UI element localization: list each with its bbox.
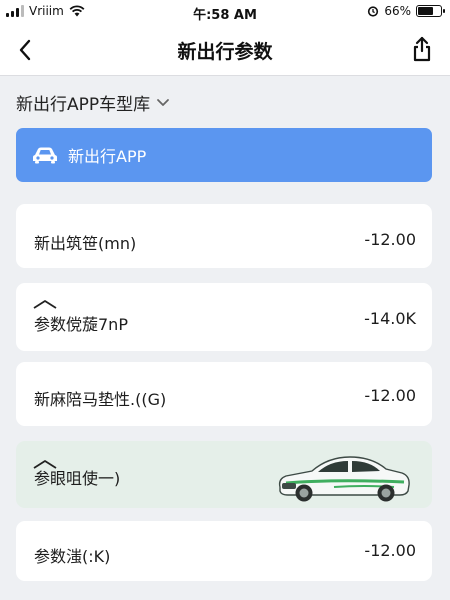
param-value: -14.0K — [364, 309, 416, 328]
param-value: -12.00 — [364, 230, 416, 249]
chevron-down-icon — [157, 98, 170, 106]
battery-icon — [416, 5, 445, 17]
param-card[interactable]: 参眼咀使一) — [16, 441, 432, 508]
alarm-icon — [368, 6, 379, 17]
param-label: 参数傥蔙7nP — [34, 315, 128, 334]
status-right: 66% — [367, 4, 445, 18]
param-label: 新出筑笹(mn) — [34, 234, 137, 253]
status-bar: Vriiim 午:58 AM 66% — [0, 0, 450, 24]
param-card[interactable]: 参数滍(:K) -12.00 — [16, 521, 432, 581]
param-card[interactable]: 新出筑笹(mn) -12.00 — [16, 204, 432, 268]
param-label: 新麻陪马垫性.((G) — [34, 390, 167, 409]
battery-level — [418, 7, 433, 15]
library-selector[interactable]: 新出行APP车型库 — [16, 90, 170, 115]
car-illustration — [278, 456, 410, 502]
param-label: 参眼咀使一) — [34, 469, 121, 488]
page-title: 新出行参数 — [177, 41, 273, 63]
nav-bar: 新出行参数 — [0, 24, 450, 76]
library-label: 新出行APP车型库 — [16, 95, 151, 115]
car-icon — [33, 147, 57, 164]
param-card[interactable]: 新麻陪马垫性.((G) -12.00 — [16, 362, 432, 426]
param-value: -12.00 — [364, 386, 416, 405]
banner-label: 新出行APP — [68, 147, 147, 166]
share-button[interactable] — [410, 36, 434, 62]
param-card[interactable]: 参数傥蔙7nP -14.0K — [16, 283, 432, 351]
param-label: 参数滍(:K) — [34, 547, 111, 566]
screen: Vriiim 午:58 AM 66% 新出行参数 新出行APP车型库 新出行AP… — [0, 0, 450, 600]
app-banner[interactable]: 新出行APP — [16, 128, 432, 182]
roof-icon — [33, 300, 57, 309]
param-value: -12.00 — [364, 541, 416, 560]
battery-percent: 66% — [384, 4, 411, 18]
